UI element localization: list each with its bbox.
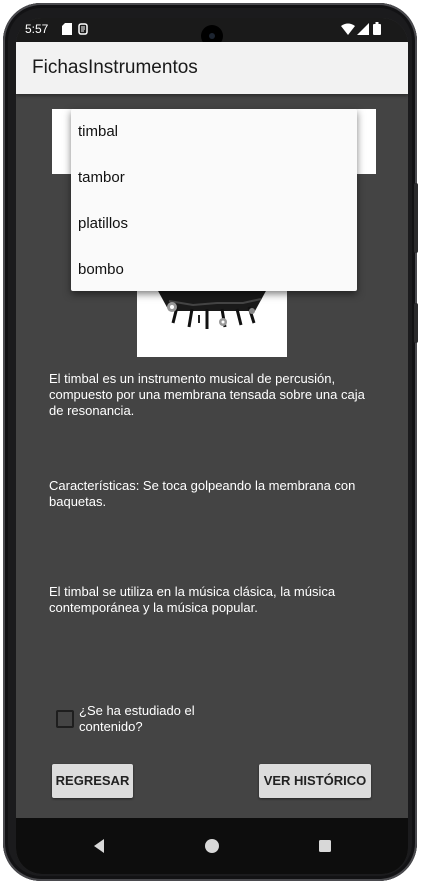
volume-button bbox=[414, 303, 418, 343]
sd-card-icon bbox=[62, 23, 72, 35]
back-button[interactable]: REGRESAR bbox=[52, 764, 133, 798]
spinner-dropdown: timbal tambor platillos bombo bbox=[71, 109, 357, 291]
signal-icon bbox=[357, 23, 369, 35]
back-icon[interactable] bbox=[88, 834, 112, 858]
app-title: FichasInstrumentos bbox=[32, 57, 198, 78]
dropdown-option-label: platillos bbox=[78, 215, 129, 232]
dropdown-option-label: timbal bbox=[78, 123, 119, 140]
dropdown-option[interactable]: timbal bbox=[71, 109, 357, 155]
dropdown-option[interactable]: bombo bbox=[71, 247, 357, 293]
dropdown-option-label: tambor bbox=[78, 169, 125, 186]
home-icon[interactable] bbox=[200, 834, 224, 858]
dropdown-option-label: bombo bbox=[78, 261, 124, 278]
dropdown-option[interactable]: platillos bbox=[71, 201, 357, 247]
battery-icon bbox=[373, 22, 381, 35]
studied-checkbox-label: ¿Se ha estudiado el contenido? bbox=[79, 703, 195, 734]
phone-frame: 5:57 FichasInstrumentos El timbal es un … bbox=[3, 3, 418, 881]
status-time: 5:57 bbox=[25, 22, 49, 36]
dropdown-option[interactable]: tambor bbox=[71, 155, 357, 201]
app-notification-icon bbox=[78, 23, 88, 35]
studied-checkbox[interactable] bbox=[56, 710, 74, 728]
app-bar: FichasInstrumentos bbox=[16, 42, 408, 94]
history-button[interactable]: VER HISTÓRICO bbox=[259, 764, 371, 798]
power-button bbox=[414, 183, 418, 253]
wifi-icon bbox=[341, 23, 355, 35]
characteristics-text: Características: Se toca golpeando la me… bbox=[49, 478, 356, 509]
navigation-bar bbox=[16, 818, 408, 874]
recents-icon[interactable] bbox=[313, 834, 337, 858]
description-text: El timbal es un instrumento musical de p… bbox=[49, 371, 365, 418]
screen: 5:57 FichasInstrumentos El timbal es un … bbox=[16, 18, 408, 874]
usage-text: El timbal se utiliza en la música clásic… bbox=[49, 584, 336, 615]
